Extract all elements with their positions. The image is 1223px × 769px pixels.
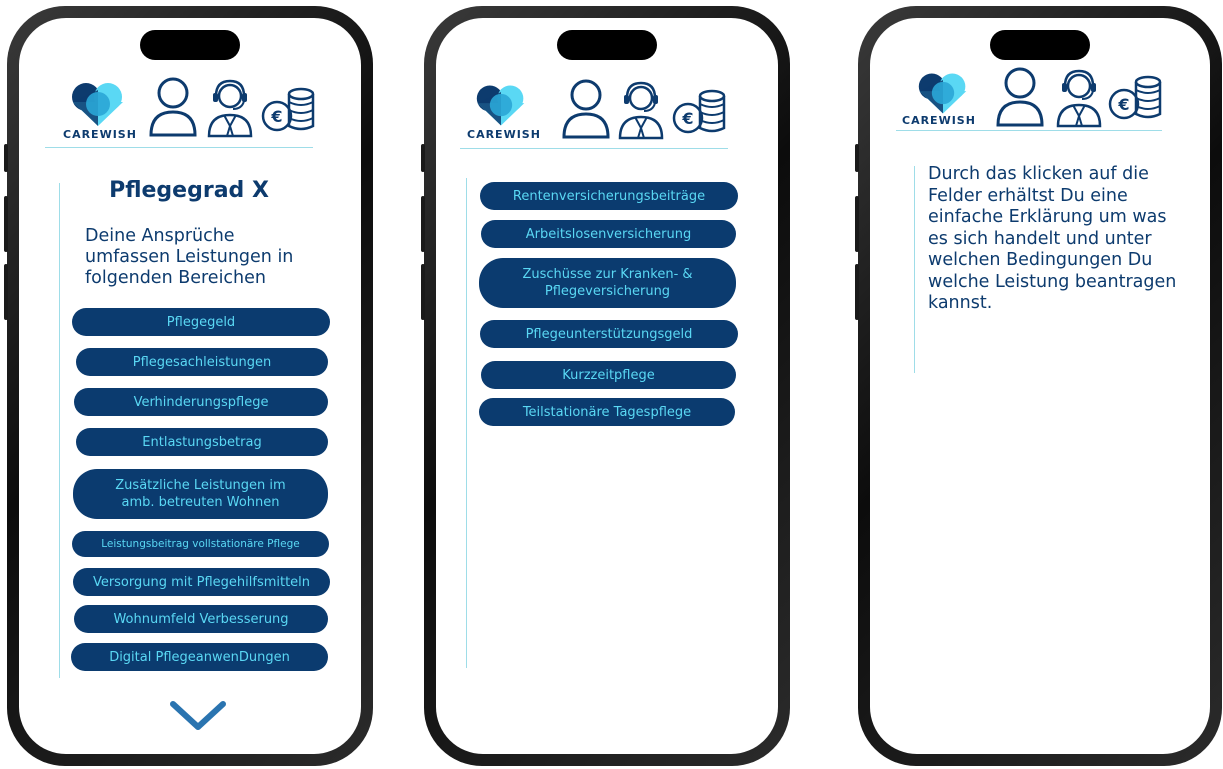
side-button: [421, 144, 425, 172]
benefit-button-zuschuesse-kranken-pflegeversicherung[interactable]: Zuschüsse zur Kranken- & Pflegeversicher…: [479, 258, 736, 308]
benefit-button-arbeitslosenversicherung[interactable]: Arbeitslosenversicherung: [481, 220, 736, 248]
phone-screen-1: CAREWISH € Pflegegrad X Deine Ansprüche …: [19, 18, 361, 754]
benefit-button-kurzzeitpflege[interactable]: Kurzzeitpflege: [481, 361, 736, 389]
person-icon: [149, 77, 197, 137]
brand-name: CAREWISH: [467, 128, 541, 141]
benefit-button-vollstationaere-pflege[interactable]: Leistungsbeitrag vollstationäre Pflege: [72, 531, 329, 557]
benefit-button-wohnumfeld[interactable]: Wohnumfeld Verbesserung: [74, 605, 328, 633]
phone-screen-3: CAREWISH € Durch das klicken auf die Fel…: [870, 18, 1210, 754]
dynamic-island: [557, 30, 657, 60]
phone-screen-2: CAREWISH € Rentenversicherungsbeiträge A…: [436, 18, 778, 754]
page-title: Pflegegrad X: [109, 178, 269, 203]
phone-frame-3: CAREWISH € Durch das klicken auf die Fel…: [855, 6, 1222, 766]
brand-name: CAREWISH: [902, 114, 976, 127]
chevron-down-icon[interactable]: [169, 700, 227, 732]
benefit-button-pflegeunterstuetzungsgeld[interactable]: Pflegeunterstützungsgeld: [480, 320, 738, 348]
support-agent-icon: [1056, 69, 1102, 128]
benefit-button-rentenversicherung[interactable]: Rentenversicherungsbeiträge: [480, 182, 738, 210]
heart-logo-icon: [476, 85, 525, 126]
header-divider: [460, 148, 728, 149]
svg-text:€: €: [270, 107, 282, 126]
support-agent-icon: [618, 81, 664, 140]
heart-logo-icon: [918, 73, 967, 114]
phone-frame-1: CAREWISH € Pflegegrad X Deine Ansprüche …: [4, 6, 373, 766]
support-agent-icon: [207, 79, 253, 138]
content-left-border: [59, 183, 60, 678]
benefit-button-entlastungsbetrag[interactable]: Entlastungsbetrag: [76, 428, 328, 456]
euro-coins-icon: €: [1108, 75, 1162, 120]
euro-coins-icon: €: [672, 89, 726, 134]
dynamic-island: [140, 30, 240, 60]
side-button: [855, 144, 859, 172]
intro-text: Deine Ansprüche umfassen Leistungen in f…: [85, 226, 294, 288]
benefit-button-verhinderungspflege[interactable]: Verhinderungspflege: [74, 388, 328, 416]
dynamic-island: [990, 30, 1090, 60]
heart-logo-icon: [72, 83, 123, 126]
side-button: [4, 264, 8, 320]
person-icon: [996, 67, 1044, 127]
benefit-button-teilstationaere-tagespflege[interactable]: Teilstationäre Tagespflege: [479, 398, 735, 426]
content-left-border: [914, 166, 915, 373]
euro-coins-icon: €: [261, 87, 315, 132]
header-divider: [45, 147, 313, 148]
side-button: [855, 264, 859, 320]
person-icon: [562, 79, 610, 139]
content-left-border: [466, 178, 467, 668]
side-button: [4, 144, 8, 172]
side-button: [421, 196, 425, 252]
svg-text:€: €: [1117, 95, 1129, 114]
info-text: Durch das klicken auf die Felder erhälts…: [928, 164, 1177, 313]
svg-text:€: €: [681, 109, 693, 128]
side-button: [855, 196, 859, 252]
side-button: [421, 264, 425, 320]
brand-name: CAREWISH: [63, 128, 137, 141]
phone-frame-2: CAREWISH € Rentenversicherungsbeiträge A…: [421, 6, 790, 766]
side-button: [4, 196, 8, 252]
benefit-button-zusaetzliche-leistungen[interactable]: Zusätzliche Leistungen im amb. betreuten…: [73, 469, 328, 519]
benefit-button-pflegegeld[interactable]: Pflegegeld: [72, 308, 330, 336]
benefit-button-digital-pflegeanwendungen[interactable]: Digital PflegeanwenDungen: [71, 643, 328, 671]
header-divider: [896, 130, 1162, 131]
benefit-button-pflegehilfsmittel[interactable]: Versorgung mit Pflegehilfsmitteln: [73, 568, 330, 596]
benefit-button-pflegesachleistungen[interactable]: Pflegesachleistungen: [76, 348, 328, 376]
